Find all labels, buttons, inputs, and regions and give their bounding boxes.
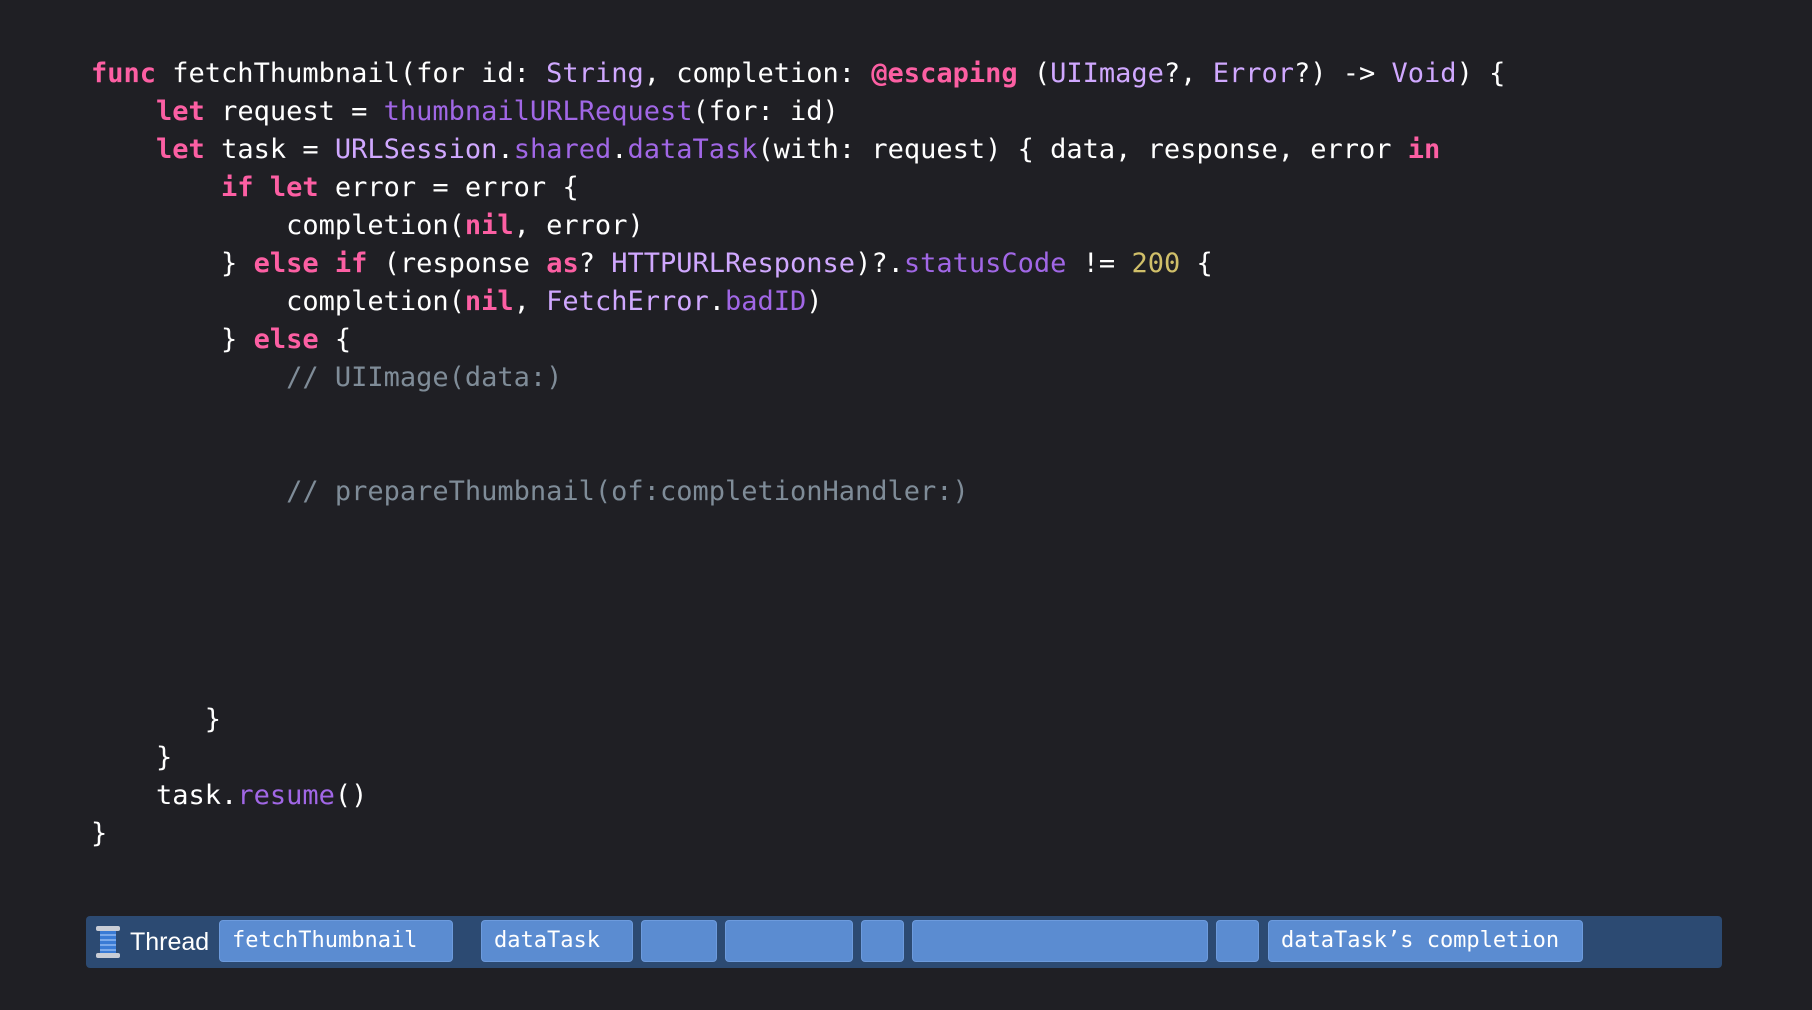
code-token: , completion: <box>643 58 872 89</box>
code-token: badID <box>725 286 807 317</box>
code-token: FetchError <box>546 286 709 317</box>
code-token: if <box>221 172 254 203</box>
code-token: UIImage <box>1050 58 1164 89</box>
code-token: . <box>497 134 514 165</box>
code-token: task = <box>204 134 335 165</box>
code-token: , error) <box>513 210 644 241</box>
code-token: if <box>334 248 368 279</box>
code-token: as <box>546 248 579 279</box>
code-token: statusCode <box>903 248 1067 279</box>
code-token: )?. <box>855 248 904 279</box>
code-token: ?, <box>1163 58 1213 89</box>
code-token: ) <box>806 286 823 317</box>
code-token: let <box>156 96 205 127</box>
code-line: func fetchThumbnail(for id: String, comp… <box>91 55 1505 93</box>
code-token: resume <box>237 780 335 811</box>
code-token: nil <box>464 210 514 241</box>
code-token: // prepareThumbnail(of:completionHandler… <box>91 476 969 507</box>
code-token: else <box>253 324 319 355</box>
code-line: } else if (response as? HTTPURLResponse)… <box>91 245 1213 283</box>
thread-segment <box>725 920 853 962</box>
code-token: URLSession <box>334 134 498 165</box>
code-line: task.resume() <box>91 777 367 815</box>
code-token: } <box>91 324 254 355</box>
code-token: Void <box>1391 58 1457 89</box>
code-token: String <box>546 58 644 89</box>
code-token: func <box>91 58 157 89</box>
thread-timeline-bar: Thread fetchThumbnail dataTask dataTask’s … <box>86 916 1722 968</box>
code-token: (with: request) { data, response, error <box>757 134 1408 165</box>
code-token: else <box>253 248 319 279</box>
code-token: @escaping <box>871 58 1018 89</box>
code-line: let task = URLSession.shared.dataTask(wi… <box>91 131 1440 169</box>
code-token: } <box>91 818 108 849</box>
code-token: , <box>513 286 547 317</box>
thread-segment <box>1216 920 1259 962</box>
code-token: // UIImage(data:) <box>91 362 563 393</box>
thread-segment: dataTask’s completion <box>1268 920 1583 962</box>
code-token: let <box>156 134 205 165</box>
code-token: (for: id) <box>692 96 839 127</box>
code-token: error = error { <box>318 172 579 203</box>
code-token: () <box>334 780 368 811</box>
code-line: } <box>91 739 172 777</box>
code-token: { <box>318 324 352 355</box>
code-token: HTTPURLResponse <box>611 248 856 279</box>
code-token: } <box>91 248 254 279</box>
code-token: } <box>91 742 173 773</box>
code-token: ?) -> <box>1293 58 1392 89</box>
code-line: if let error = error { <box>91 169 579 207</box>
spool-icon <box>96 926 120 958</box>
code-token: completion( <box>91 210 465 241</box>
code-token: . <box>611 134 628 165</box>
thread-title: Thread <box>130 927 210 956</box>
code-token: ) { <box>1456 58 1506 89</box>
code-token: let <box>269 172 319 203</box>
thread-segment <box>641 920 717 962</box>
code-token: 200 <box>1131 248 1181 279</box>
code-line: } <box>91 701 221 739</box>
thread-segment: dataTask <box>481 920 633 962</box>
code-line: // prepareThumbnail(of:completionHandler… <box>91 473 969 511</box>
code-token: } <box>91 704 222 735</box>
code-token: ? <box>578 248 612 279</box>
thread-segment <box>861 920 904 962</box>
code-token: thumbnailURLRequest <box>383 96 693 127</box>
code-token: dataTask <box>627 134 758 165</box>
code-token: { <box>1180 248 1213 279</box>
code-token: in <box>1407 134 1441 165</box>
code-token: . <box>708 286 725 317</box>
thread-segment <box>912 920 1208 962</box>
code-line: completion(nil, FetchError.badID) <box>91 283 823 321</box>
code-line: let request = thumbnailURLRequest(for: i… <box>91 93 839 131</box>
code-line: // UIImage(data:) <box>91 359 562 397</box>
code-line: } <box>91 815 107 853</box>
code-token: nil <box>464 286 514 317</box>
code-line: } else { <box>91 321 351 359</box>
thread-label: Thread <box>94 916 209 968</box>
code-token: request = <box>204 96 384 127</box>
code-token: fetchThumbnail(for id: <box>156 58 547 89</box>
code-token: ( <box>1017 58 1051 89</box>
code-line: completion(nil, error) <box>91 207 644 245</box>
thread-segment: fetchThumbnail <box>219 920 453 962</box>
code-token: completion( <box>91 286 465 317</box>
code-token: task. <box>91 780 238 811</box>
code-token: shared <box>513 134 612 165</box>
code-token: Error <box>1212 58 1294 89</box>
code-token: != <box>1066 248 1132 279</box>
code-token: (response <box>367 248 547 279</box>
